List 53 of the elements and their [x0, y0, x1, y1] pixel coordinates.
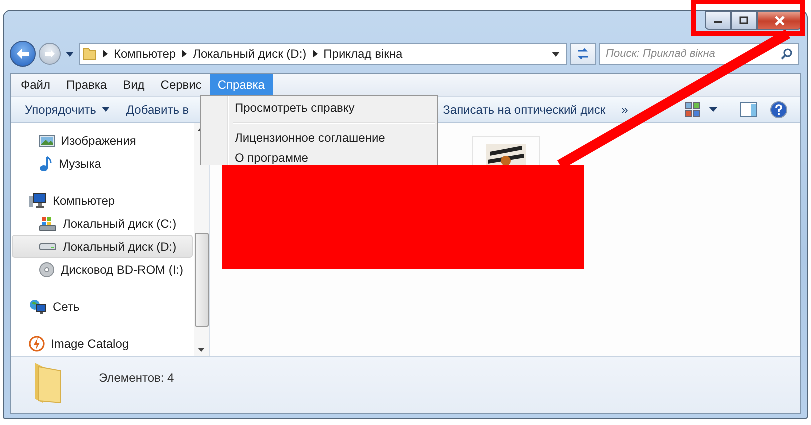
item-count: Элементов: 4	[99, 371, 174, 385]
windows-drive-icon	[39, 216, 57, 232]
nav-item[interactable]: Локальный диск (D:)	[12, 235, 193, 258]
scroll-thumb[interactable]	[194, 233, 208, 327]
menu-item[interactable]: Вид	[115, 74, 153, 96]
maximize-button[interactable]	[731, 11, 757, 30]
folder-icon	[83, 47, 97, 61]
back-arrow-icon	[16, 48, 30, 60]
back-button[interactable]	[10, 41, 36, 67]
nav-item[interactable]: Изображения	[12, 129, 193, 152]
caret-icon[interactable]	[66, 52, 74, 56]
maximize-icon	[739, 16, 749, 25]
breadcrumb[interactable]: Приклад вікна	[324, 47, 403, 61]
nav-item[interactable]: Image Catalog	[12, 332, 193, 355]
menu-item[interactable]: Сервис	[152, 74, 210, 96]
refresh-button[interactable]	[570, 43, 596, 65]
disc-icon	[39, 262, 55, 278]
toolbar-button[interactable]: »	[616, 100, 634, 120]
menu-item[interactable]: Лицензионное соглашение	[203, 128, 435, 148]
nav-item[interactable]: Локальный диск (C:)	[12, 212, 193, 235]
forward-button[interactable]	[39, 43, 61, 65]
menu-item[interactable]: Правка	[58, 74, 116, 96]
chevron-icon[interactable]	[312, 50, 318, 58]
nav-item[interactable]: Сеть	[12, 295, 193, 318]
close-icon	[774, 16, 786, 26]
nav-item[interactable]: Компьютер	[12, 189, 193, 212]
toolbar-button[interactable]: Записать на оптический диск	[437, 100, 612, 120]
lightning-icon	[29, 336, 45, 352]
chevron-icon[interactable]	[103, 50, 108, 58]
refresh-icon	[576, 47, 590, 61]
computer-icon	[29, 192, 47, 208]
search-icon	[781, 48, 793, 60]
scroll-down-icon	[198, 348, 205, 352]
address-bar[interactable]: Компьютер Локальный диск (D:) Приклад вікна	[79, 43, 567, 65]
minimize-button[interactable]	[705, 11, 731, 30]
network-icon	[29, 298, 47, 314]
drive-icon	[39, 242, 57, 250]
caret-icon[interactable]	[552, 52, 560, 56]
breadcrumb[interactable]: Компьютер	[114, 47, 176, 61]
toolbar-button[interactable]: Добавить в	[120, 100, 196, 120]
breadcrumb[interactable]: Локальный диск (D:)	[193, 47, 307, 61]
menu-item[interactable]: О программе	[203, 148, 435, 165]
toolbar-button[interactable]: Упорядочить	[19, 100, 116, 120]
close-button[interactable]	[757, 11, 802, 30]
forward-arrow-icon	[44, 49, 56, 59]
menu-item[interactable]: Файл	[13, 74, 59, 96]
nav-item[interactable]: Дисковод BD-ROM (I:)	[12, 258, 193, 281]
caret-icon[interactable]	[709, 107, 718, 112]
pictures-icon	[39, 134, 55, 148]
chevron-icon[interactable]	[182, 50, 188, 58]
nav-item[interactable]: Музыка	[12, 152, 193, 175]
menu-item[interactable]: Просмотреть справку	[203, 98, 435, 118]
music-note-icon	[39, 156, 53, 172]
